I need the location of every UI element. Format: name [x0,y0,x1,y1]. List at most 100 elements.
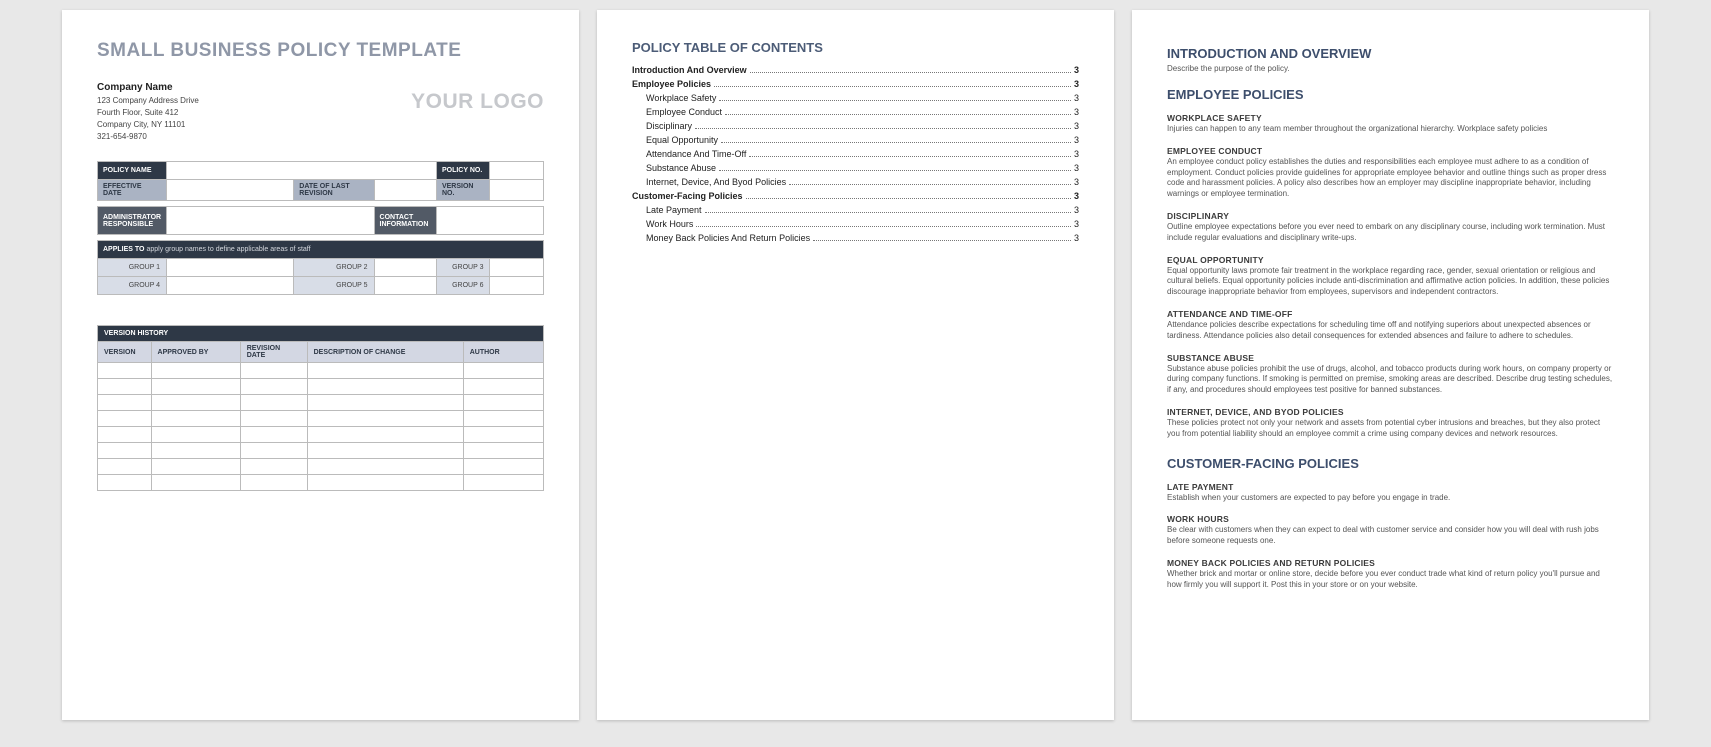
toc-page: 3 [1074,65,1079,75]
policy-body: Outline employee expectations before you… [1167,222,1614,244]
col-revdate: REVISION DATE [240,342,307,363]
field-ver-no[interactable] [490,180,544,201]
toc-entry: Internet, Device, And Byod Policies3 [632,177,1079,187]
toc-text: Workplace Safety [646,93,716,103]
doc-title: SMALL BUSINESS POLICY TEMPLATE [97,40,544,62]
toc-page: 3 [1074,219,1079,229]
label-applies: APPLIES TO apply group names to define a… [98,241,544,259]
vh-row[interactable] [98,363,544,379]
toc-page: 3 [1074,135,1079,145]
field-group3[interactable] [490,259,544,277]
label-group5: GROUP 5 [294,277,374,295]
toc-dots [695,128,1071,129]
toc-dots [725,114,1071,115]
field-policy-no[interactable] [490,162,544,180]
toc-text: Substance Abuse [646,163,716,173]
toc-title: POLICY TABLE OF CONTENTS [632,40,1079,55]
toc-entry: Disciplinary3 [632,121,1079,131]
policy-heading: WORK HOURS [1167,514,1614,524]
policy-heading: EMPLOYEE CONDUCT [1167,146,1614,156]
policy-heading: ATTENDANCE AND TIME-OFF [1167,309,1614,319]
toc-entry: Attendance And Time-Off3 [632,149,1079,159]
vh-row[interactable] [98,459,544,475]
toc-entry: Introduction And Overview3 [632,65,1079,75]
field-group2[interactable] [374,259,436,277]
intro-sub: Describe the purpose of the policy. [1167,64,1614,73]
toc-text: Employee Conduct [646,107,722,117]
toc-dots [813,240,1071,241]
field-group1[interactable] [167,259,294,277]
label-group2: GROUP 2 [294,259,374,277]
heading-customer-policies: CUSTOMER-FACING POLICIES [1167,456,1614,471]
toc-page: 3 [1074,79,1079,89]
vh-row[interactable] [98,475,544,491]
field-contact[interactable] [436,207,543,235]
toc-dots [714,86,1071,87]
policy-heading: MONEY BACK POLICIES AND RETURN POLICIES [1167,558,1614,568]
toc-page: 3 [1074,205,1079,215]
vh-row[interactable] [98,379,544,395]
policy-body: Whether brick and mortar or online store… [1167,569,1614,591]
vh-row[interactable] [98,427,544,443]
label-policy-name: POLICY NAME [98,162,167,180]
toc-entry: Money Back Policies And Return Policies3 [632,233,1079,243]
employee-policies-list: WORKPLACE SAFETYInjuries can happen to a… [1167,113,1614,440]
policy-body: Attendance policies describe expectation… [1167,320,1614,342]
label-last-rev: DATE OF LAST REVISION [294,180,374,201]
toc-entry: Employee Conduct3 [632,107,1079,117]
policy-heading: LATE PAYMENT [1167,482,1614,492]
label-ver-no: VERSION NO. [436,180,490,201]
policy-body: Establish when your customers are expect… [1167,493,1614,504]
toc-entry: Substance Abuse3 [632,163,1079,173]
label-contact: CONTACT INFORMATION [374,207,436,235]
toc-dots [696,226,1071,227]
meta-grid: POLICY NAME POLICY NO. EFFECTIVE DATE DA… [97,161,544,295]
company-phone: 321-654-9870 [97,131,544,143]
policy-heading: DISCIPLINARY [1167,211,1614,221]
page-2: POLICY TABLE OF CONTENTS Introduction An… [597,10,1114,720]
toc-dots [789,184,1071,185]
col-version: VERSION [98,342,152,363]
vh-row[interactable] [98,411,544,427]
toc-page: 3 [1074,191,1079,201]
policy-heading: WORKPLACE SAFETY [1167,113,1614,123]
col-desc: DESCRIPTION OF CHANGE [307,342,463,363]
field-group4[interactable] [167,277,294,295]
field-policy-name[interactable] [167,162,437,180]
policy-body: Be clear with customers when they can ex… [1167,525,1614,547]
toc-entry: Employee Policies 3 [632,79,1079,89]
label-version-history: VERSION HISTORY [98,326,544,342]
toc-text: Customer-Facing Policies [632,191,743,201]
vh-row[interactable] [98,395,544,411]
toc-dots [746,198,1071,199]
applies-label: APPLIES TO [103,246,145,253]
toc-dots [705,212,1071,213]
toc-entry: Workplace Safety 3 [632,93,1079,103]
toc-entry: Late Payment 3 [632,205,1079,215]
policy-body: These policies protect not only your net… [1167,418,1614,440]
toc-text: Attendance And Time-Off [646,149,746,159]
field-group5[interactable] [374,277,436,295]
policy-body: Injuries can happen to any team member t… [1167,124,1614,135]
toc-text: Equal Opportunity [646,135,718,145]
toc-page: 3 [1074,93,1079,103]
page-1: SMALL BUSINESS POLICY TEMPLATE Company N… [62,10,579,720]
heading-intro: INTRODUCTION AND OVERVIEW [1167,46,1614,61]
label-eff-date: EFFECTIVE DATE [98,180,167,201]
policy-heading: SUBSTANCE ABUSE [1167,353,1614,363]
logo-placeholder: YOUR LOGO [411,90,544,114]
toc-text: Employee Policies [632,79,711,89]
vh-row[interactable] [98,443,544,459]
field-admin[interactable] [167,207,374,235]
label-group6: GROUP 6 [436,277,490,295]
field-group6[interactable] [490,277,544,295]
toc-text: Late Payment [646,205,702,215]
company-addr3: Company City, NY 11101 [97,119,544,131]
policy-body: Substance abuse policies prohibit the us… [1167,364,1614,396]
version-history-table: VERSION HISTORY VERSION APPROVED BY REVI… [97,325,544,491]
field-last-rev[interactable] [374,180,436,201]
heading-employee-policies: EMPLOYEE POLICIES [1167,87,1614,102]
toc-page: 3 [1074,177,1079,187]
field-eff-date[interactable] [167,180,294,201]
applies-note: apply group names to define applicable a… [146,246,310,253]
